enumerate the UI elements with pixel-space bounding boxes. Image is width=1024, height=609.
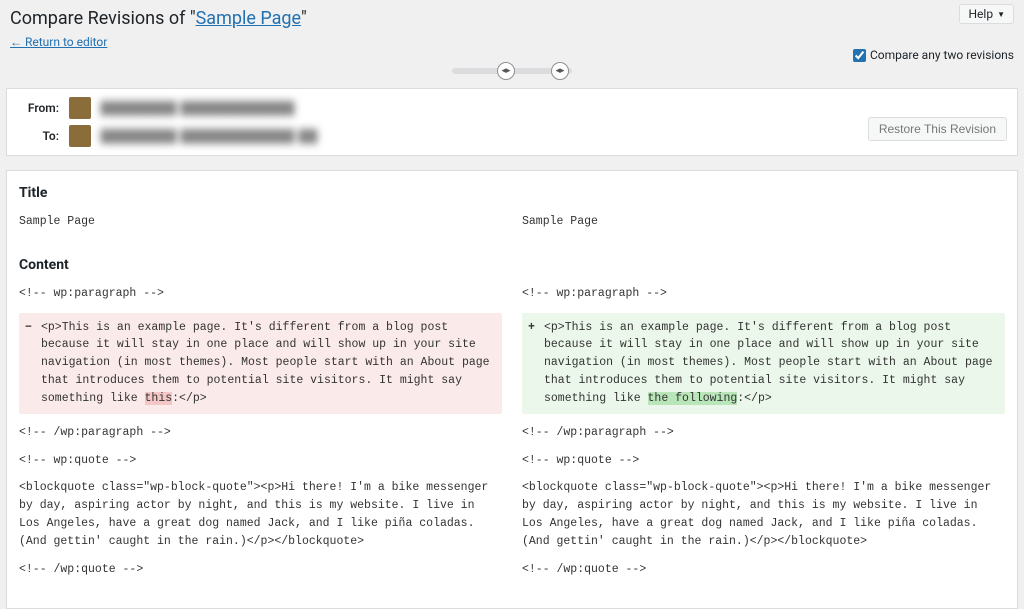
diff-added-block: +<p>This is an example page. It's differ…	[522, 313, 1005, 414]
help-dropdown[interactable]: Help ▼	[959, 4, 1014, 24]
page-title-link[interactable]: Sample Page	[196, 8, 301, 29]
heading-prefix: Compare Revisions of "	[10, 8, 196, 29]
to-label: To:	[19, 129, 59, 143]
diff-removed-block: −<p>This is an example page. It's differ…	[19, 313, 502, 414]
content-right-col: <!-- wp:paragraph --> +<p>This is an exa…	[522, 285, 1005, 589]
slider-track[interactable]: ◂▸ ◂▸	[452, 68, 572, 74]
from-row: From: ████████ ████████████	[19, 97, 1005, 119]
code-line: <!-- wp:quote -->	[522, 452, 1005, 470]
code-line: <!-- /wp:quote -->	[522, 561, 1005, 579]
restore-revision-button: Restore This Revision	[868, 117, 1007, 141]
title-section-header: Title	[19, 185, 1005, 201]
revision-meta: From: ████████ ████████████ To: ████████…	[6, 88, 1018, 156]
code-line: <!-- /wp:paragraph -->	[19, 424, 502, 442]
content-left-col: <!-- wp:paragraph --> −<p>This is an exa…	[19, 285, 502, 589]
content-section-header: Content	[19, 257, 1005, 273]
slider-handle-from[interactable]: ◂▸	[497, 62, 515, 80]
added-text: the following	[648, 392, 738, 405]
heading-suffix: "	[301, 8, 307, 29]
removed-text: this	[145, 392, 173, 405]
to-row: To: ████████ ████████████ ██	[19, 125, 1005, 147]
to-author-blurred: ████████ ████████████ ██	[101, 129, 318, 143]
title-right: Sample Page	[522, 213, 1005, 231]
title-left: Sample Page	[19, 213, 502, 231]
from-label: From:	[19, 101, 59, 115]
code-line: <!-- wp:paragraph -->	[19, 285, 502, 303]
code-line: <!-- wp:paragraph -->	[522, 285, 1005, 303]
minus-icon: −	[25, 319, 32, 337]
avatar	[69, 125, 91, 147]
return-to-editor-link[interactable]: ← Return to editor	[10, 35, 107, 49]
slider-handle-to[interactable]: ◂▸	[551, 62, 569, 80]
compare-toggle-label: Compare any two revisions	[870, 48, 1014, 62]
chevron-down-icon: ▼	[997, 10, 1005, 19]
code-line: <!-- wp:quote -->	[19, 452, 502, 470]
diff-panel: Title Sample Page Sample Page Content <!…	[6, 170, 1018, 609]
avatar	[69, 97, 91, 119]
from-author-blurred: ████████ ████████████	[101, 101, 295, 115]
page-title: Compare Revisions of "Sample Page"	[10, 8, 1014, 29]
compare-any-two-toggle[interactable]: Compare any two revisions	[853, 48, 1014, 62]
plus-icon: +	[528, 319, 535, 337]
compare-checkbox[interactable]	[853, 49, 866, 62]
help-label: Help	[968, 7, 993, 21]
code-line: <!-- /wp:paragraph -->	[522, 424, 1005, 442]
code-line: <!-- /wp:quote -->	[19, 561, 502, 579]
